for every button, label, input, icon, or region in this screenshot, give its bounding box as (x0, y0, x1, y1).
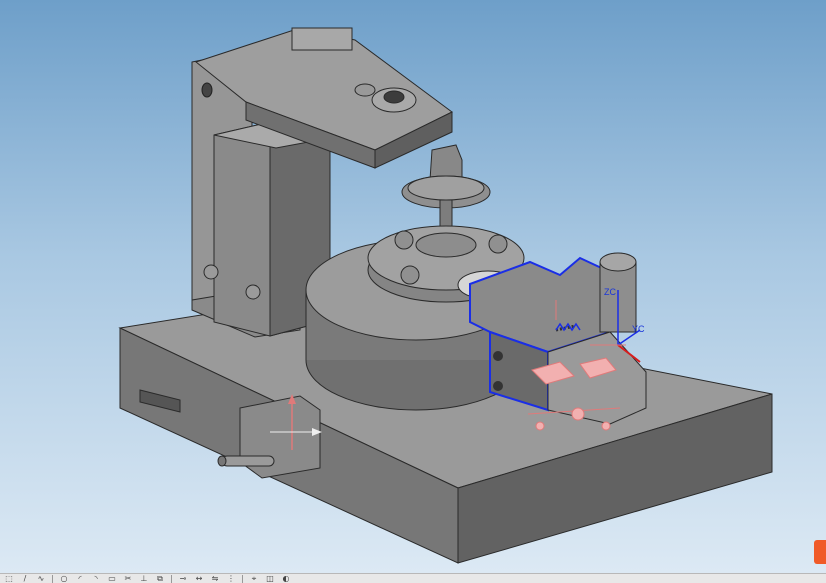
constraint-icon[interactable]: ⊸ (178, 574, 188, 583)
circle-icon[interactable]: ○ (59, 574, 69, 583)
zc-label: ZC (604, 287, 616, 297)
offset-icon[interactable]: ⧉ (155, 574, 165, 583)
model-scene[interactable]: ZC YC (0, 0, 826, 573)
arc2-icon[interactable]: ◝ (91, 574, 101, 583)
line-icon[interactable]: / (20, 574, 30, 583)
extend-icon[interactable]: ⊥ (139, 574, 149, 583)
bottom-toolbar: ⬚ / ∿ ○ ◜ ◝ ▭ ✂ ⊥ ⧉ ⊸ ↔ ⇋ ⋮ ⌖ ◫ ◐ (0, 573, 826, 583)
curve-icon[interactable]: ∿ (36, 574, 46, 583)
cad-viewport[interactable]: ZC YC (0, 0, 826, 573)
snap-icon[interactable]: ⌖ (249, 574, 259, 583)
trim-icon[interactable]: ✂ (123, 574, 133, 583)
toolbar-separator (52, 574, 53, 583)
toolbar-separator (242, 574, 243, 583)
toolbar-separator (171, 574, 172, 583)
mirror-icon[interactable]: ⇋ (210, 574, 220, 583)
arc-icon[interactable]: ◜ (75, 574, 85, 583)
pattern-icon[interactable]: ⋮ (226, 574, 236, 583)
dimension-icon[interactable]: ↔ (194, 574, 204, 583)
yc-label: YC (632, 324, 645, 334)
brand-logo-icon (814, 540, 826, 564)
rectangle-icon[interactable]: ▭ (107, 574, 117, 583)
select-icon[interactable]: ⬚ (4, 574, 14, 583)
view-icon[interactable]: ◫ (265, 574, 275, 583)
render-icon[interactable]: ◐ (281, 574, 291, 583)
